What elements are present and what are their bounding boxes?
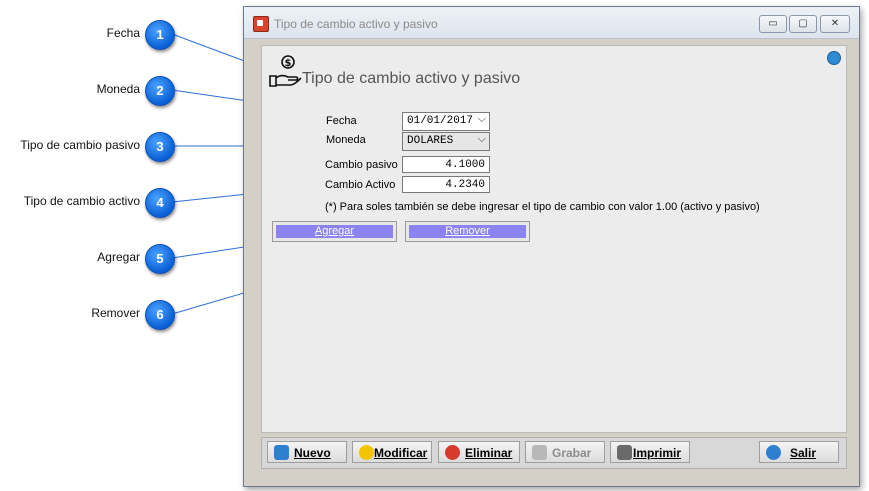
- help-icon[interactable]: [827, 51, 841, 65]
- fecha-value: 01/01/2017: [407, 115, 474, 127]
- agregar-button[interactable]: Agregar: [272, 221, 397, 242]
- panel-title: Tipo de cambio activo y pasivo: [302, 70, 521, 87]
- remover-button-label: Remover: [409, 225, 526, 238]
- salir-label: Salir: [790, 446, 817, 460]
- fecha-label: Fecha: [326, 115, 357, 127]
- callout-label-tipo-pasivo: Tipo de cambio pasivo: [20, 138, 140, 152]
- svg-text:$: $: [285, 58, 292, 69]
- app-icon: [253, 16, 269, 32]
- checkmark-icon: [532, 445, 547, 460]
- moneda-select[interactable]: DOLARES ⌵: [402, 132, 490, 151]
- callout-badge-4: 4: [145, 188, 175, 218]
- callout-label-agregar: Agregar: [97, 250, 140, 264]
- window-title: Tipo de cambio activo y pasivo: [274, 17, 438, 31]
- moneda-label: Moneda: [326, 134, 366, 146]
- callout-badge-5: 5: [145, 244, 175, 274]
- eliminar-button[interactable]: Eliminar: [438, 441, 520, 463]
- callout-badge-1: 1: [145, 20, 175, 50]
- maximize-button[interactable]: ▢: [789, 15, 817, 33]
- cambio-activo-input[interactable]: 4.2340: [402, 176, 490, 193]
- fecha-date-picker[interactable]: 01/01/2017 ⌵: [402, 112, 490, 131]
- imprimir-label: Imprimir: [633, 446, 682, 460]
- salir-button[interactable]: Salir: [759, 441, 839, 463]
- eliminar-label: Eliminar: [465, 446, 513, 460]
- modificar-button[interactable]: Modificar: [352, 441, 432, 463]
- minimize-button[interactable]: ▭: [759, 15, 787, 33]
- callout-badge-3: 3: [145, 132, 175, 162]
- agregar-button-label: Agregar: [276, 225, 393, 238]
- new-document-icon: [274, 445, 289, 460]
- cambio-pasivo-label: Cambio pasivo: [325, 159, 398, 171]
- cambio-activo-label: Cambio Activo: [325, 179, 396, 191]
- close-button[interactable]: ✕: [820, 15, 850, 33]
- callout-label-tipo-activo: Tipo de cambio activo: [23, 194, 140, 208]
- remover-button[interactable]: Remover: [405, 221, 530, 242]
- chevron-down-icon[interactable]: ⌵: [478, 113, 486, 126]
- printer-icon: [617, 445, 632, 460]
- app-window: Tipo de cambio activo y pasivo ▭ ▢ ✕ $ T…: [243, 6, 860, 487]
- modificar-label: Modificar: [374, 446, 428, 460]
- main-panel: $ Tipo de cambio activo y pasivo Fecha 0…: [261, 45, 847, 433]
- grabar-button[interactable]: Grabar: [525, 441, 605, 463]
- hand-dollar-icon: $: [269, 55, 302, 87]
- callout-label-remover: Remover: [91, 306, 140, 320]
- bottom-toolbar: Nuevo Modificar Eliminar Grabar Imprimir…: [261, 437, 847, 469]
- nuevo-button[interactable]: Nuevo: [267, 441, 347, 463]
- delete-icon: [445, 445, 460, 460]
- cambio-pasivo-input[interactable]: 4.1000: [402, 156, 490, 173]
- moneda-value: DOLARES: [407, 135, 454, 147]
- exit-icon: [766, 445, 781, 460]
- callout-label-fecha: Fecha: [106, 26, 140, 40]
- chevron-down-icon[interactable]: ⌵: [478, 133, 486, 146]
- grabar-label: Grabar: [552, 446, 592, 460]
- edit-icon: [359, 445, 374, 460]
- nuevo-label: Nuevo: [294, 446, 331, 460]
- title-bar[interactable]: Tipo de cambio activo y pasivo ▭ ▢ ✕: [244, 7, 859, 39]
- soles-note: (*) Para soles también se debe ingresar …: [325, 201, 760, 213]
- callout-badge-2: 2: [145, 76, 175, 106]
- callout-label-moneda: Moneda: [96, 82, 140, 96]
- callout-badge-6: 6: [145, 300, 175, 330]
- imprimir-button[interactable]: Imprimir: [610, 441, 690, 463]
